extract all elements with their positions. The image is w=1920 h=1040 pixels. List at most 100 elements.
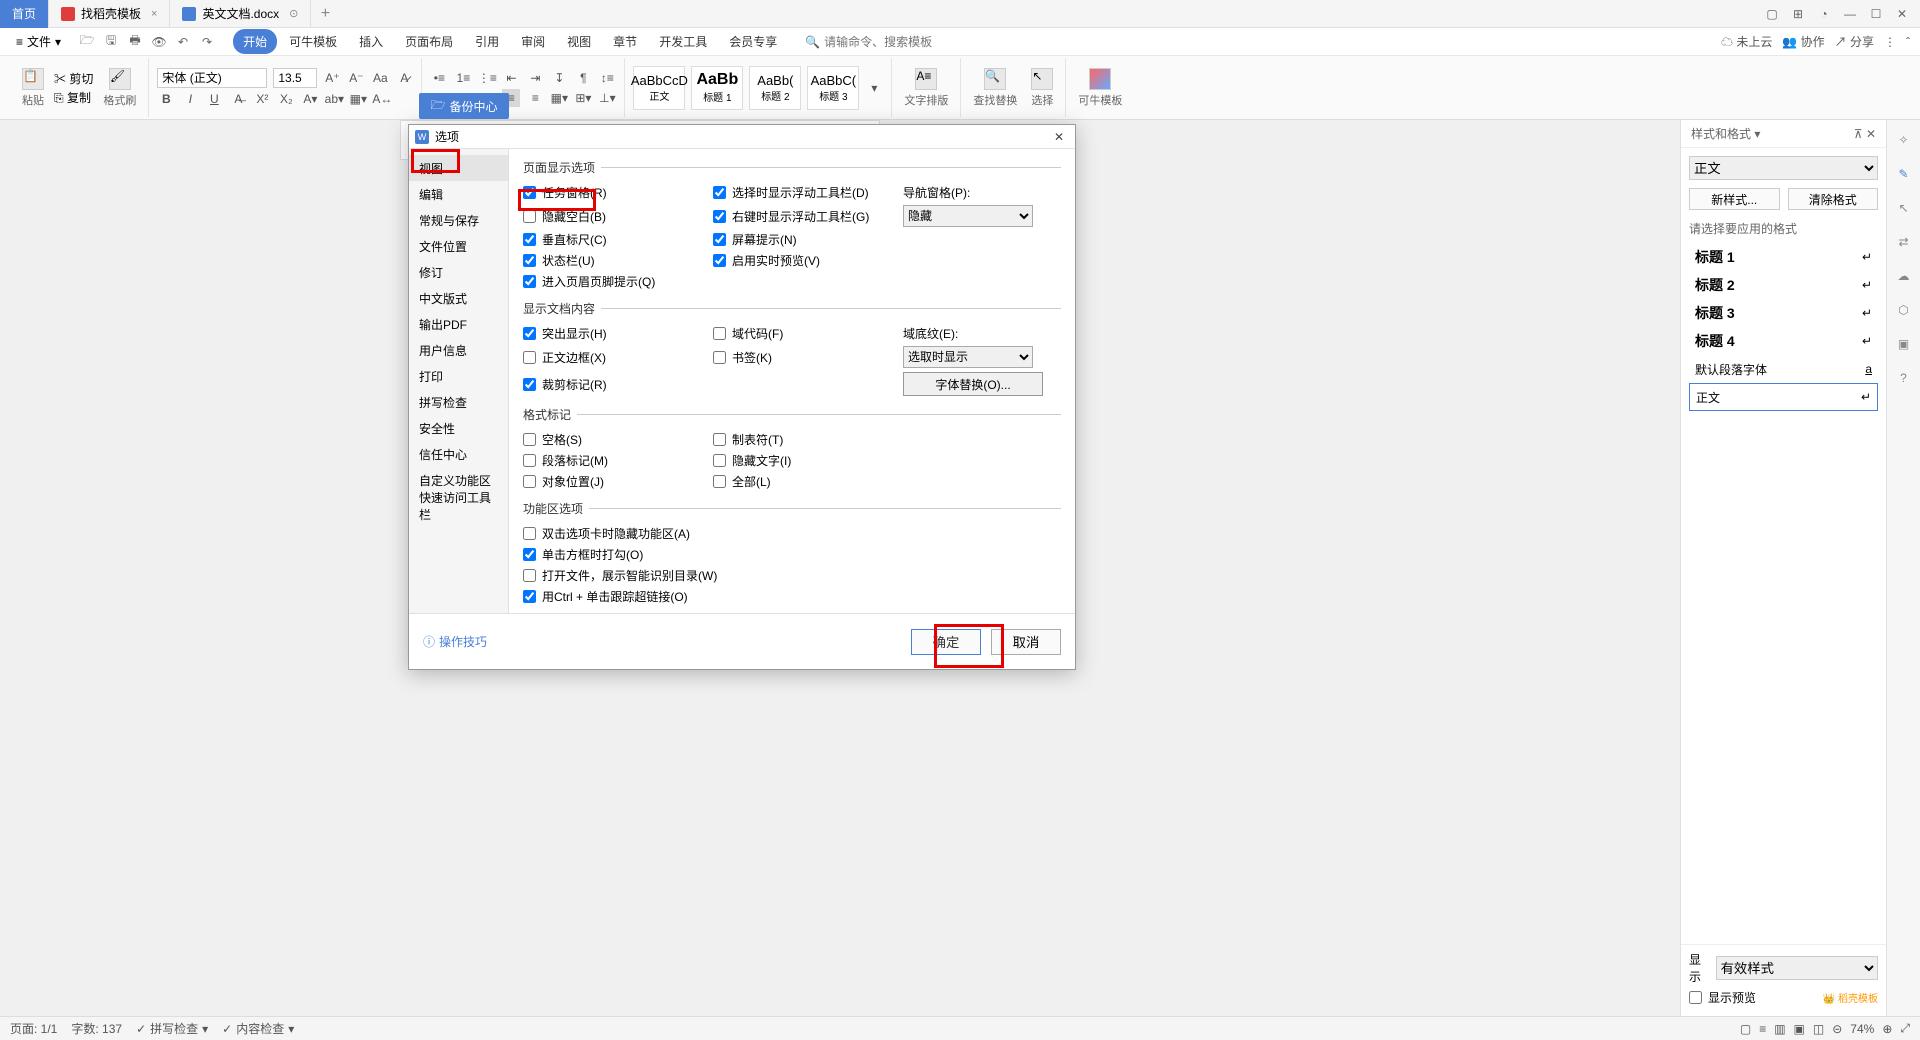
styles-more-icon[interactable]: ▾	[865, 79, 883, 97]
zoom-in-icon[interactable]: ⊕	[1882, 1022, 1892, 1036]
sidebar-item-security[interactable]: 安全性	[409, 415, 508, 441]
fit-icon[interactable]: ⤢	[1900, 1021, 1910, 1036]
highlight-icon[interactable]: ab▾	[325, 90, 343, 108]
opt-objpos[interactable]: 对象位置(J)	[523, 473, 703, 490]
show-marks-icon[interactable]: ¶	[574, 69, 592, 87]
opt-bodyborder[interactable]: 正文边框(X)	[523, 349, 703, 366]
opt-header-hint[interactable]: 进入页眉页脚提示(Q)	[523, 273, 703, 290]
sidebar-item-user[interactable]: 用户信息	[409, 337, 508, 363]
status-spell[interactable]: ✓拼写检查 ▾	[136, 1020, 208, 1037]
sidebar-item-pdf[interactable]: 输出PDF	[409, 311, 508, 337]
font-name[interactable]	[157, 68, 267, 88]
indent-dec-icon[interactable]: ⇤	[502, 69, 520, 87]
grid-icon[interactable]: ⊞	[1786, 4, 1810, 24]
ribtab-view[interactable]: 视图	[557, 29, 601, 54]
ribtab-start[interactable]: 开始	[233, 29, 277, 54]
current-style-select[interactable]: 正文	[1689, 156, 1878, 180]
bullets-icon[interactable]: •≡	[430, 69, 448, 87]
tips-link[interactable]: ⓘ 操作技巧	[423, 633, 487, 650]
view-web-icon[interactable]: ▥	[1774, 1022, 1785, 1036]
ribtab-layout[interactable]: 页面布局	[395, 29, 463, 54]
tabs-icon[interactable]: ⊥▾	[598, 89, 616, 107]
help-icon[interactable]: ?	[1894, 368, 1914, 388]
ribtab-ref[interactable]: 引用	[465, 29, 509, 54]
style-normal[interactable]: AaBbCcD正文	[633, 66, 685, 110]
style-h2[interactable]: AaBb(标题 2	[749, 66, 801, 110]
redo-icon[interactable]: ↷	[199, 34, 215, 50]
ribtab-insert[interactable]: 插入	[349, 29, 393, 54]
underline-icon[interactable]: U	[205, 90, 223, 108]
numbering-icon[interactable]: 1≡	[454, 69, 472, 87]
font-color-icon[interactable]: A▾	[301, 90, 319, 108]
ribtab-review[interactable]: 审阅	[511, 29, 555, 54]
paste-button[interactable]: 📋粘贴	[18, 68, 48, 108]
sidebar-item-qat[interactable]: 快速访问工具栏	[409, 493, 508, 519]
ok-button[interactable]: 确定	[911, 629, 981, 655]
opt-space[interactable]: 空格(S)	[523, 431, 703, 448]
new-style-button[interactable]: 新样式...	[1689, 188, 1780, 210]
view-page-icon[interactable]: ▢	[1740, 1022, 1751, 1036]
style-item-h4[interactable]: 标题 4↵	[1689, 327, 1878, 355]
tab-template[interactable]: 找稻壳模板×	[49, 0, 170, 28]
bold-icon[interactable]: B	[157, 90, 175, 108]
close-icon[interactable]: ×	[151, 8, 157, 20]
opt-all[interactable]: 全部(L)	[713, 473, 893, 490]
font-sub-button[interactable]: 字体替换(O)...	[903, 372, 1043, 396]
layout-icon[interactable]: ▢	[1760, 4, 1784, 24]
style-item-h3[interactable]: 标题 3↵	[1689, 299, 1878, 327]
opt-vruler[interactable]: 垂直标尺(C)	[523, 231, 703, 248]
opt-taskpane[interactable]: 任务窗格(R)	[523, 184, 703, 201]
chevron-up-icon[interactable]: ˆ	[1906, 35, 1910, 49]
sidebar-item-fileloc[interactable]: 文件位置	[409, 233, 508, 259]
style-h3[interactable]: AaBbC(标题 3	[807, 66, 859, 110]
status-page[interactable]: 页面: 1/1	[10, 1020, 57, 1037]
cancel-button[interactable]: 取消	[991, 629, 1061, 655]
copy-button[interactable]: ⎘ 复制	[54, 89, 93, 106]
preview-checkbox[interactable]	[1689, 991, 1702, 1004]
ribtab-dev[interactable]: 开发工具	[649, 29, 717, 54]
clear-format-icon[interactable]: A̷	[395, 69, 413, 87]
show-select[interactable]: 有效样式	[1716, 956, 1878, 980]
subscript-icon[interactable]: X₂	[277, 90, 295, 108]
view-split-icon[interactable]: ◫	[1813, 1022, 1824, 1036]
nav-select[interactable]: 隐藏	[903, 205, 1033, 227]
avatar-icon[interactable]: ◔	[1812, 4, 1836, 24]
status-words[interactable]: 字数: 137	[71, 1020, 122, 1037]
find-replace-button[interactable]: 🔍查找替换	[969, 68, 1021, 108]
sidebar-item-general[interactable]: 常规与保存	[409, 207, 508, 233]
view-read-icon[interactable]: ▣	[1794, 1022, 1805, 1036]
borders-icon[interactable]: ⊞▾	[574, 89, 592, 107]
style-item-default[interactable]: 默认段落字体a	[1689, 355, 1878, 383]
clear-format-button[interactable]: 清除格式	[1788, 188, 1879, 210]
view-outline-icon[interactable]: ≡	[1759, 1022, 1766, 1036]
opt-ctrl-link[interactable]: 用Ctrl + 单击跟踪超链接(O)	[523, 588, 1061, 605]
strike-icon[interactable]: A̶	[229, 90, 247, 108]
superscript-icon[interactable]: X²	[253, 90, 271, 108]
sparkle-icon[interactable]: ✧	[1894, 130, 1914, 150]
cursor-icon[interactable]: ↖	[1894, 198, 1914, 218]
sort-icon[interactable]: ↧	[550, 69, 568, 87]
close-icon[interactable]: ⊙	[289, 7, 298, 20]
preview-icon[interactable]: 👁	[151, 34, 167, 50]
cloud-icon[interactable]: ☁	[1894, 266, 1914, 286]
template-button[interactable]: 可牛模板	[1074, 68, 1126, 108]
crown-icon[interactable]: 👑 稻壳模板	[1823, 990, 1878, 1005]
border-icon[interactable]: ▦▾	[349, 90, 367, 108]
sidebar-item-print[interactable]: 打印	[409, 363, 508, 389]
save-icon[interactable]: 🖫	[103, 34, 119, 50]
sidebar-item-spell[interactable]: 拼写检查	[409, 389, 508, 415]
opt-bookmark[interactable]: 书签(K)	[713, 349, 893, 366]
status-content[interactable]: ✓内容检查 ▾	[222, 1020, 294, 1037]
sidebar-item-trust[interactable]: 信任中心	[409, 441, 508, 467]
opt-float-select[interactable]: 选择时显示浮动工具栏(D)	[713, 184, 893, 201]
distribute-icon[interactable]: ≡	[526, 89, 544, 107]
sidebar-item-track[interactable]: 修订	[409, 259, 508, 285]
shading-icon[interactable]: ▦▾	[550, 89, 568, 107]
grow-font-icon[interactable]: A⁺	[323, 69, 341, 87]
indent-inc-icon[interactable]: ⇥	[526, 69, 544, 87]
opt-hide-ribbon[interactable]: 双击选项卡时隐藏功能区(A)	[523, 525, 1061, 542]
zoom-out-icon[interactable]: ⊝	[1832, 1022, 1842, 1036]
style-h1[interactable]: AaBb标题 1	[691, 66, 743, 110]
style-item-body[interactable]: 正文↵	[1689, 383, 1878, 411]
cut-button[interactable]: ✂ 剪切	[54, 70, 93, 87]
